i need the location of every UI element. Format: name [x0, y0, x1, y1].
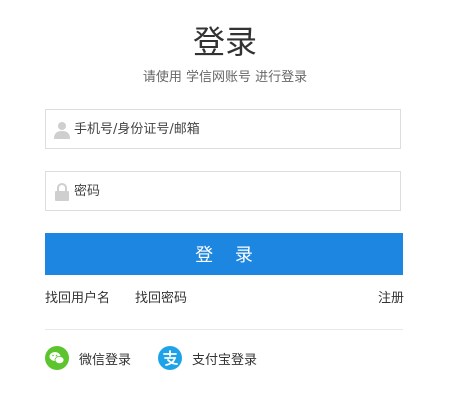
find-password-link[interactable]: 找回密码	[135, 290, 187, 308]
login-button[interactable]: 登 录	[45, 233, 403, 275]
alipay-login-button[interactable]: 支付宝登录	[158, 346, 257, 370]
alipay-icon	[158, 346, 182, 370]
wechat-login-label: 微信登录	[79, 352, 132, 368]
divider	[45, 329, 403, 330]
find-username-link[interactable]: 找回用户名	[45, 290, 110, 308]
lock-icon	[54, 182, 70, 201]
user-icon	[54, 121, 70, 139]
wechat-icon	[45, 346, 69, 370]
wechat-login-button[interactable]: 微信登录	[45, 346, 131, 370]
page-title: 登录	[192, 23, 257, 61]
password-input[interactable]	[74, 172, 394, 210]
username-input[interactable]	[74, 110, 394, 148]
page-subtitle: 请使用 学信网账号 进行登录	[142, 70, 308, 85]
password-field[interactable]	[45, 171, 401, 211]
username-field[interactable]	[45, 109, 401, 149]
register-link[interactable]: 注册	[378, 290, 404, 308]
alipay-login-label: 支付宝登录	[192, 352, 258, 368]
